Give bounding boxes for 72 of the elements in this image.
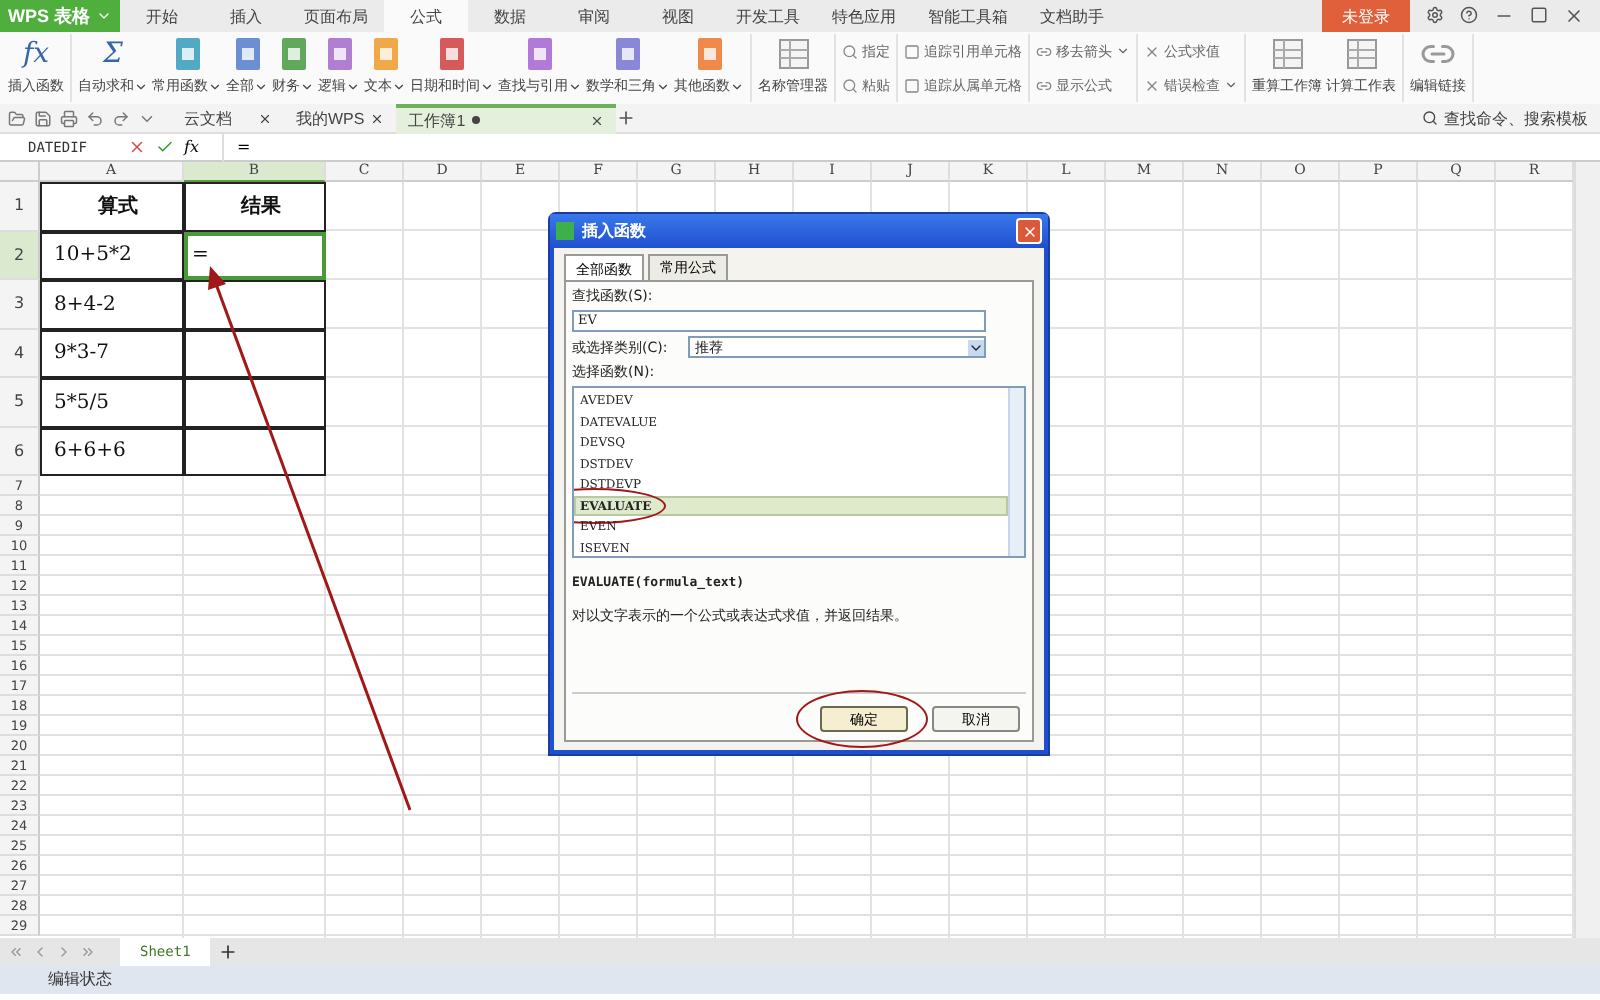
row-number[interactable]: 3 [0, 280, 40, 329]
add-sheet-icon[interactable] [218, 942, 239, 962]
help-icon[interactable] [1460, 6, 1478, 24]
row-number[interactable]: 1 [0, 182, 40, 231]
login-button[interactable]: 未登录 [1322, 0, 1410, 32]
menu-tab[interactable]: 审阅 [552, 0, 636, 32]
row-number[interactable]: 5 [0, 378, 40, 427]
menu-tab[interactable]: 文档助手 [1024, 0, 1120, 32]
table-cell: 6+6+6 [40, 427, 184, 476]
search-icon [1422, 110, 1438, 126]
menu-tab[interactable]: 公式 [384, 0, 468, 32]
previous-sheet-icon[interactable] [32, 944, 48, 960]
status-text: 编辑状态 [0, 966, 1600, 994]
new-tab-icon[interactable] [616, 108, 637, 128]
redo-icon[interactable] [112, 109, 130, 127]
tool-icon [904, 43, 920, 59]
menu-tab[interactable]: 页面布局 [288, 0, 384, 32]
close-icon [1021, 223, 1037, 239]
tool-icon [1036, 77, 1052, 93]
menu-tab[interactable]: 特色应用 [816, 0, 912, 32]
last-sheet-icon[interactable] [80, 944, 96, 960]
row-number[interactable]: 6 [0, 427, 40, 476]
table-cell: 10+5*2 [40, 231, 184, 280]
function-symbol: Σ [103, 36, 123, 72]
close-icon[interactable] [370, 111, 385, 125]
tool-icon [1144, 43, 1160, 59]
menu-tab[interactable]: 插入 [204, 0, 288, 32]
table-cell: 算式 [40, 182, 184, 231]
menu-tab[interactable]: 开发工具 [720, 0, 816, 32]
table-cell: 8+4-2 [40, 280, 184, 329]
first-sheet-icon[interactable] [8, 944, 24, 960]
table-cell: 9*3-7 [40, 329, 184, 378]
cancel-icon[interactable] [128, 138, 146, 156]
row-number[interactable]: 2 [0, 231, 40, 280]
tool-icon [842, 77, 858, 93]
menu-tab[interactable]: 数据 [468, 0, 552, 32]
tool-icon [904, 77, 920, 93]
menu-tab[interactable]: 开始 [120, 0, 204, 32]
menu-tab[interactable]: 视图 [636, 0, 720, 32]
confirm-icon[interactable] [156, 138, 174, 156]
settings-icon[interactable] [1426, 6, 1444, 24]
table-cell: 结果 [184, 182, 326, 231]
table-cell: = [184, 231, 326, 280]
menu-tab[interactable]: 智能工具箱 [912, 0, 1024, 32]
print-icon[interactable] [60, 109, 78, 127]
app-logo-icon [556, 222, 574, 240]
dialog-title: 插入函数 [582, 220, 646, 242]
table-cell: 5*5/5 [40, 378, 184, 427]
command-search[interactable]: 查找命令、搜索模板 [1410, 107, 1600, 129]
document-tab[interactable]: 我的WPS [284, 103, 397, 133]
close-icon[interactable] [1564, 6, 1584, 26]
vertical-scrollbar[interactable] [1574, 162, 1600, 938]
close-button[interactable] [1016, 218, 1042, 244]
document-tab[interactable]: 工作簿1 [396, 103, 617, 133]
row-number[interactable]: 4 [0, 329, 40, 378]
dropdown-arrow-icon[interactable] [968, 339, 984, 355]
caret-icon [96, 8, 112, 24]
highlight-ellipse [796, 690, 928, 748]
tool-icon [842, 43, 858, 59]
maximize-icon[interactable] [1530, 6, 1548, 24]
close-icon[interactable] [258, 111, 272, 125]
document-tab[interactable]: 云文档 [172, 103, 284, 133]
undo-icon[interactable] [86, 109, 104, 127]
list-scrollbar[interactable] [1008, 388, 1024, 556]
insert-function-label[interactable]: fx [184, 138, 199, 156]
next-sheet-icon[interactable] [56, 944, 72, 960]
tool-icon [1144, 77, 1160, 93]
close-icon[interactable] [590, 113, 605, 127]
folder-icon[interactable] [8, 109, 26, 127]
save-icon[interactable] [34, 109, 52, 127]
tool-icon [1036, 43, 1052, 59]
function-symbol: fx [22, 36, 50, 72]
